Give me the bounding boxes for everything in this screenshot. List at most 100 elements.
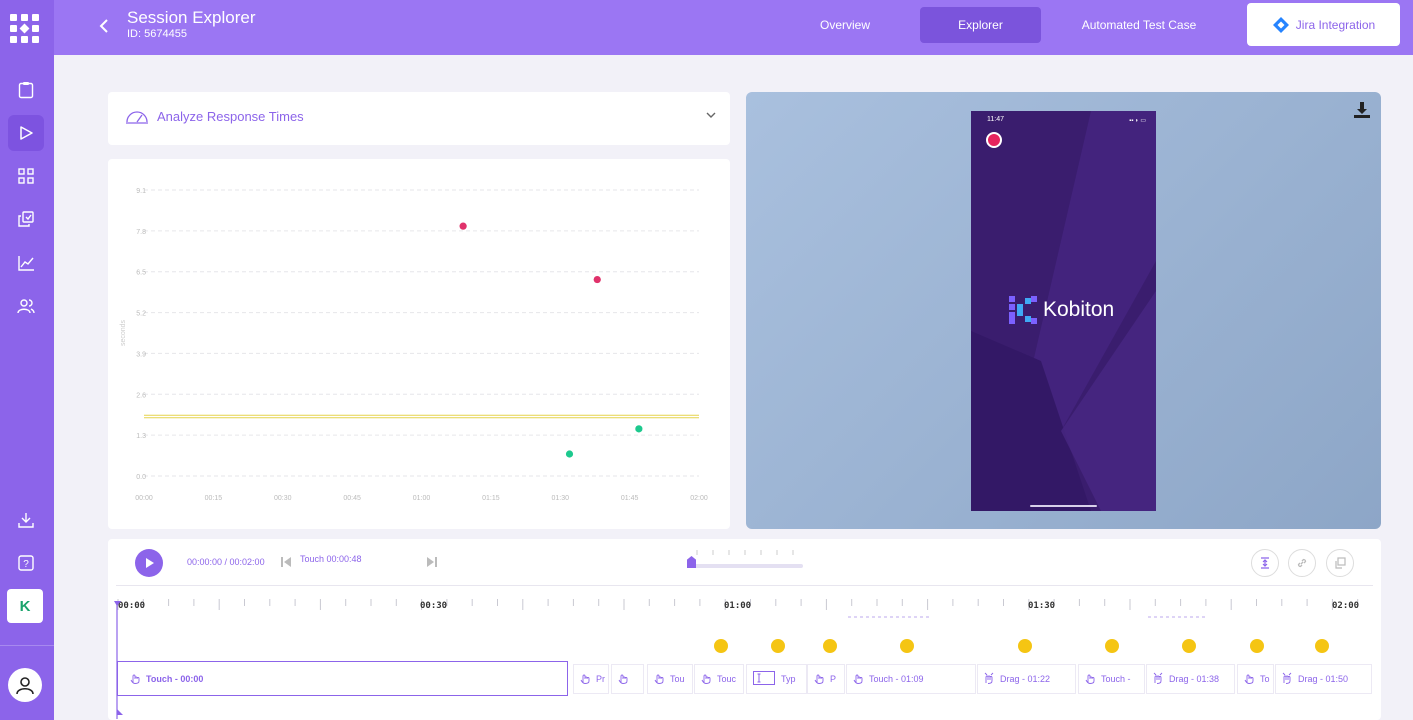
sidebar-item-downloads[interactable] [8, 502, 44, 538]
event-marker[interactable] [1105, 639, 1119, 653]
timeline-event[interactable]: Touch - [1078, 664, 1145, 694]
timeline-event[interactable]: P [807, 664, 845, 694]
activity-dot [866, 616, 869, 618]
analyze-label: Analyze Response Times [157, 109, 304, 124]
activity-dot [902, 616, 905, 618]
recording-indicator [986, 132, 1002, 148]
event-marker[interactable] [900, 639, 914, 653]
y-tick-label: 1.3 [136, 433, 146, 440]
timeline-event-label: Typ [781, 674, 796, 684]
timeline-event[interactable]: Touc [694, 664, 744, 694]
event-marker[interactable] [823, 639, 837, 653]
users-icon [17, 299, 35, 314]
sidebar-item-apps[interactable] [8, 158, 44, 194]
link-button[interactable] [1288, 549, 1316, 577]
x-tick-label: 00:45 [343, 495, 361, 502]
device-screen[interactable]: 11:47 ▪▪ ◗ ▭ Kobiton [971, 111, 1156, 511]
timeline-event-label: Tou [670, 674, 685, 684]
session-timeline: 00:00:00 / 00:02:00 Touch 00:00:48 00:00… [108, 539, 1381, 720]
data-point [459, 222, 467, 230]
timeline-event[interactable]: Tou [647, 664, 693, 694]
sidebar-item-sessions[interactable] [8, 72, 44, 108]
session-id: ID: 5674455 [127, 28, 187, 40]
x-tick-label: 02:00 [690, 495, 708, 502]
timeline-event[interactable]: Touch - 00:00 [117, 661, 568, 696]
fit-button[interactable] [1251, 549, 1279, 577]
chevron-down-icon [706, 112, 716, 118]
link-icon [1297, 558, 1307, 568]
current-event: Touch 00:00:48 [300, 554, 362, 564]
timeline-event-label: Touch - [1101, 674, 1131, 684]
data-point [635, 425, 643, 433]
speed-slider-handle[interactable] [687, 556, 696, 568]
timeline-event[interactable]: Drag - 01:22 [977, 664, 1076, 694]
download-icon[interactable] [1353, 101, 1371, 119]
tab-explorer[interactable]: Explorer [920, 7, 1041, 43]
activity-dot [914, 616, 917, 618]
sidebar-item-help[interactable]: ? [8, 545, 44, 581]
sidebar-item-users[interactable] [8, 288, 44, 324]
timeline-event[interactable]: Drag - 01:38 [1146, 664, 1235, 694]
previous-event-icon[interactable] [280, 556, 292, 568]
activity-dot [1166, 616, 1169, 618]
device-screen-panel: 11:47 ▪▪ ◗ ▭ Kobiton [746, 92, 1381, 529]
sidebar-item-devices[interactable] [8, 201, 44, 237]
next-event-icon[interactable] [426, 556, 438, 568]
analyze-response-times-panel[interactable]: Analyze Response Times [108, 92, 730, 145]
activity-dot [878, 616, 881, 618]
timeline-event[interactable]: Drag - 01:50 [1275, 664, 1372, 694]
event-marker[interactable] [1182, 639, 1196, 653]
touch-icon [1085, 672, 1095, 686]
touch-icon [701, 672, 711, 686]
timeline-event-label: Pr [596, 674, 605, 684]
timeline-event[interactable]: Typ [746, 664, 807, 694]
fit-icon [1261, 557, 1269, 569]
copy-button[interactable] [1326, 549, 1354, 577]
x-tick-label: 01:30 [551, 495, 569, 502]
event-marker[interactable] [1018, 639, 1032, 653]
timeline-event[interactable]: Pr [573, 664, 609, 694]
speed-slider[interactable] [687, 564, 803, 568]
touch-icon [1244, 672, 1254, 686]
activity-dot [1148, 616, 1151, 618]
back-button[interactable] [92, 14, 116, 38]
sidebar: ? K [0, 0, 54, 720]
timeline-event-label: Drag - 01:22 [1000, 674, 1051, 684]
event-marker[interactable] [1250, 639, 1264, 653]
activity-dot [920, 616, 923, 618]
app-logo-icon[interactable] [9, 13, 41, 45]
activity-dot [1184, 616, 1187, 618]
timeline-event-label: Touc [717, 674, 737, 684]
event-marker[interactable] [714, 639, 728, 653]
user-avatar[interactable] [8, 668, 42, 702]
brand-name: Kobiton [1043, 298, 1115, 321]
event-marker[interactable] [771, 639, 785, 653]
playhead[interactable] [114, 601, 124, 720]
sidebar-item-analytics[interactable] [8, 245, 44, 281]
timeline-event[interactable]: To [1237, 664, 1274, 694]
activity-dot [926, 616, 929, 618]
play-button[interactable] [135, 549, 163, 577]
touch-icon [580, 672, 590, 686]
tab-automated-test-case[interactable]: Automated Test Case [1072, 7, 1206, 43]
jira-label: Jira Integration [1295, 17, 1376, 32]
event-marker[interactable] [1315, 639, 1329, 653]
activity-dot [860, 616, 863, 618]
y-tick-label: 9.1 [136, 188, 146, 195]
jira-integration-button[interactable]: Jira Integration [1247, 3, 1400, 46]
timeline-event[interactable]: Touch - 01:09 [846, 664, 976, 694]
tab-overview[interactable]: Overview [808, 7, 882, 43]
kobiton-logo: Kobiton [1009, 296, 1114, 324]
playback-time: 00:00:00 / 00:02:00 [187, 557, 265, 567]
sidebar-item-explorer[interactable] [8, 115, 44, 151]
activity-dot [908, 616, 911, 618]
timeline-event-label: To [1260, 674, 1270, 684]
touch-icon [130, 672, 140, 686]
ruler-label: 01:00 [724, 601, 752, 611]
trend-icon [17, 256, 34, 271]
touch-icon [618, 672, 628, 686]
timeline-event[interactable] [611, 664, 644, 694]
activity-dot [1154, 616, 1157, 618]
activity-dot [1196, 616, 1199, 618]
workspace-button[interactable]: K [7, 589, 43, 623]
